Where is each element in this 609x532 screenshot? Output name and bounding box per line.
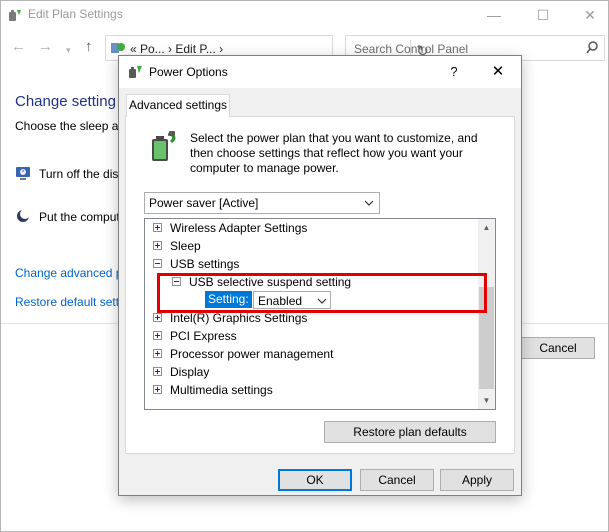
tree-item-label: USB settings bbox=[170, 257, 240, 271]
help-button[interactable]: ? bbox=[431, 56, 477, 88]
change-advanced-link[interactable]: Change advanced p bbox=[15, 266, 122, 280]
moon-icon bbox=[17, 209, 30, 222]
annotation-highlight-box bbox=[157, 273, 487, 313]
apply-button[interactable]: Apply bbox=[440, 469, 514, 491]
minimize-button[interactable]: — bbox=[471, 1, 517, 29]
power-plan-icon bbox=[9, 10, 21, 21]
power-plan-select[interactable]: Power saver [Active] bbox=[144, 192, 380, 214]
tree-item-label: Multimedia settings bbox=[170, 383, 273, 397]
expand-icon[interactable] bbox=[153, 223, 162, 232]
maximize-button[interactable]: ☐ bbox=[520, 1, 566, 29]
dialog-close-button[interactable]: ✕ bbox=[475, 56, 521, 88]
chevron-down-icon bbox=[364, 200, 374, 206]
tree-item-label: Wireless Adapter Settings bbox=[170, 221, 308, 235]
battery-power-icon bbox=[152, 131, 176, 161]
expand-icon[interactable] bbox=[153, 313, 162, 322]
collapse-icon[interactable] bbox=[153, 259, 162, 268]
turn-off-display-label: Turn off the dis bbox=[39, 167, 119, 181]
breadcrumb[interactable]: « Po... › Edit P... › bbox=[130, 42, 223, 56]
search-placeholder: Search Control Panel bbox=[354, 42, 469, 56]
advanced-settings-panel: Select the power plan that you want to c… bbox=[125, 116, 515, 454]
settings-tree: Wireless Adapter Settings Sleep USB sett… bbox=[144, 218, 496, 410]
power-plan-value: Power saver [Active] bbox=[149, 196, 259, 210]
restore-plan-defaults-button[interactable]: Restore plan defaults bbox=[324, 421, 496, 443]
tree-item-label: Display bbox=[170, 365, 210, 379]
forward-arrow-icon[interactable]: → bbox=[38, 39, 53, 55]
sleep-row: Put the comput bbox=[15, 208, 125, 226]
up-arrow-icon[interactable]: ↑ bbox=[85, 39, 93, 55]
bg-window-title: Edit Plan Settings bbox=[28, 7, 123, 21]
scroll-down-icon[interactable]: ▼ bbox=[478, 392, 495, 409]
search-icon bbox=[586, 41, 598, 54]
bg-title-bar: Edit Plan Settings — ☐ ✕ bbox=[1, 1, 608, 29]
turn-off-display-row: Turn off the dis bbox=[15, 165, 125, 183]
tree-item-label: Sleep bbox=[170, 239, 201, 253]
bg-close-button[interactable]: ✕ bbox=[567, 1, 609, 29]
ok-button[interactable]: OK bbox=[278, 469, 352, 491]
dialog-title-bar: Power Options ? ✕ bbox=[119, 56, 521, 88]
page-title: Change setting bbox=[15, 93, 116, 110]
display-icon bbox=[16, 167, 30, 180]
control-panel-icon bbox=[111, 43, 125, 53]
dialog-title: Power Options bbox=[149, 65, 228, 79]
expand-icon[interactable] bbox=[153, 367, 162, 376]
tree-item-label: Intel(R) Graphics Settings bbox=[170, 311, 308, 325]
expand-icon[interactable] bbox=[153, 385, 162, 394]
expand-icon[interactable] bbox=[153, 241, 162, 250]
intro-description: Select the power plan that you want to c… bbox=[190, 131, 478, 175]
tree-item-label: Processor power management bbox=[170, 347, 334, 361]
expand-icon[interactable] bbox=[153, 331, 162, 340]
power-options-dialog: Power Options ? ✕ Advanced settings Sele… bbox=[118, 55, 522, 496]
page-description: Choose the sleep an bbox=[15, 119, 126, 133]
expand-icon[interactable] bbox=[153, 349, 162, 358]
tree-item-label: PCI Express bbox=[170, 329, 237, 343]
back-arrow-icon[interactable]: ← bbox=[11, 39, 26, 55]
sleep-label: Put the comput bbox=[39, 210, 120, 224]
bg-cancel-button[interactable]: Cancel bbox=[521, 337, 595, 359]
tab-advanced-settings[interactable]: Advanced settings bbox=[126, 94, 230, 117]
scroll-up-icon[interactable]: ▲ bbox=[478, 219, 495, 236]
recent-locations-chevron-icon[interactable]: ▾ bbox=[66, 42, 71, 58]
restore-default-link[interactable]: Restore default setti bbox=[15, 295, 122, 309]
tree-scrollbar[interactable]: ▲ ▼ bbox=[478, 219, 495, 409]
cancel-button[interactable]: Cancel bbox=[360, 469, 434, 491]
power-options-icon bbox=[129, 66, 142, 78]
